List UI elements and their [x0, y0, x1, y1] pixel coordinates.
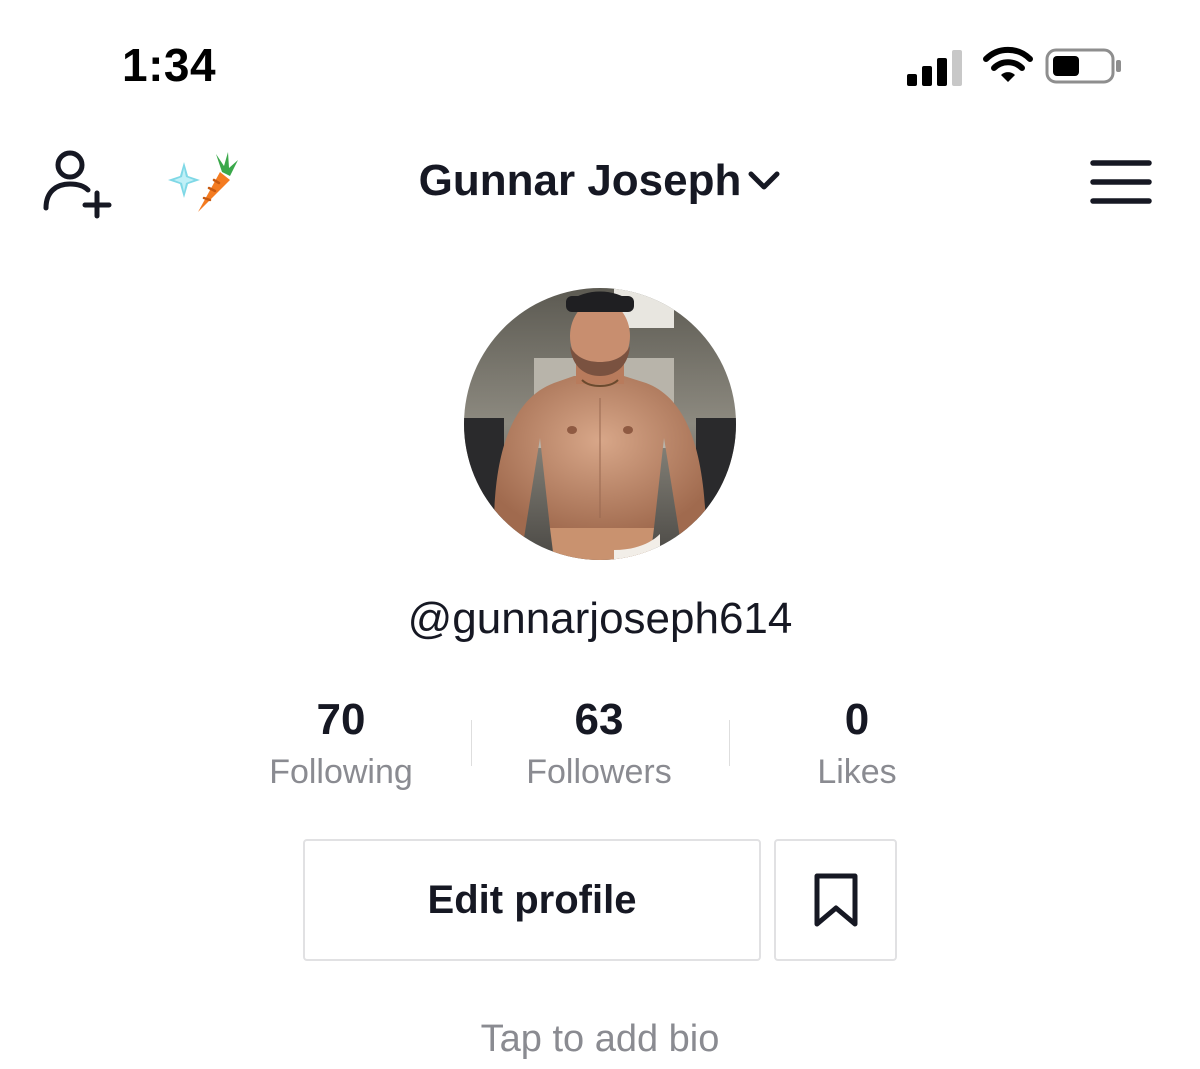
profile-photo — [464, 288, 736, 560]
status-time: 1:34 — [122, 39, 217, 91]
add-bio-link[interactable]: Tap to add bio — [0, 1018, 1200, 1061]
likes-label: Likes — [817, 753, 897, 791]
cellular-signal-icon — [907, 50, 962, 86]
edit-profile-button[interactable]: Edit profile — [303, 839, 761, 961]
stat-following[interactable]: 70 Following — [231, 696, 451, 792]
following-label: Following — [269, 753, 413, 791]
account-switcher[interactable]: Gunnar Joseph — [0, 156, 1200, 206]
followers-label: Followers — [526, 753, 672, 791]
bookmark-button[interactable] — [774, 839, 897, 961]
username: @gunnarjoseph614 — [407, 594, 793, 643]
stat-divider — [729, 720, 730, 766]
bookmark-icon — [814, 873, 857, 927]
chevron-down-icon — [748, 171, 780, 190]
hamburger-menu-icon[interactable] — [1088, 156, 1154, 208]
avatar[interactable] — [464, 288, 736, 560]
stat-followers[interactable]: 63 Followers — [489, 696, 709, 792]
stat-divider — [471, 720, 472, 766]
status-icons — [905, 44, 1130, 90]
likes-count: 0 — [844, 695, 870, 744]
nav-title: Gunnar Joseph — [418, 156, 742, 205]
wifi-icon — [983, 46, 1033, 82]
stat-likes[interactable]: 0 Likes — [747, 696, 967, 792]
profile-screen: 1:34 Gunnar Joseph @gunnarjoseph614 70 F… — [0, 0, 1200, 1069]
battery-icon — [1045, 48, 1121, 84]
following-count: 70 — [316, 695, 366, 744]
followers-count: 63 — [574, 695, 624, 744]
